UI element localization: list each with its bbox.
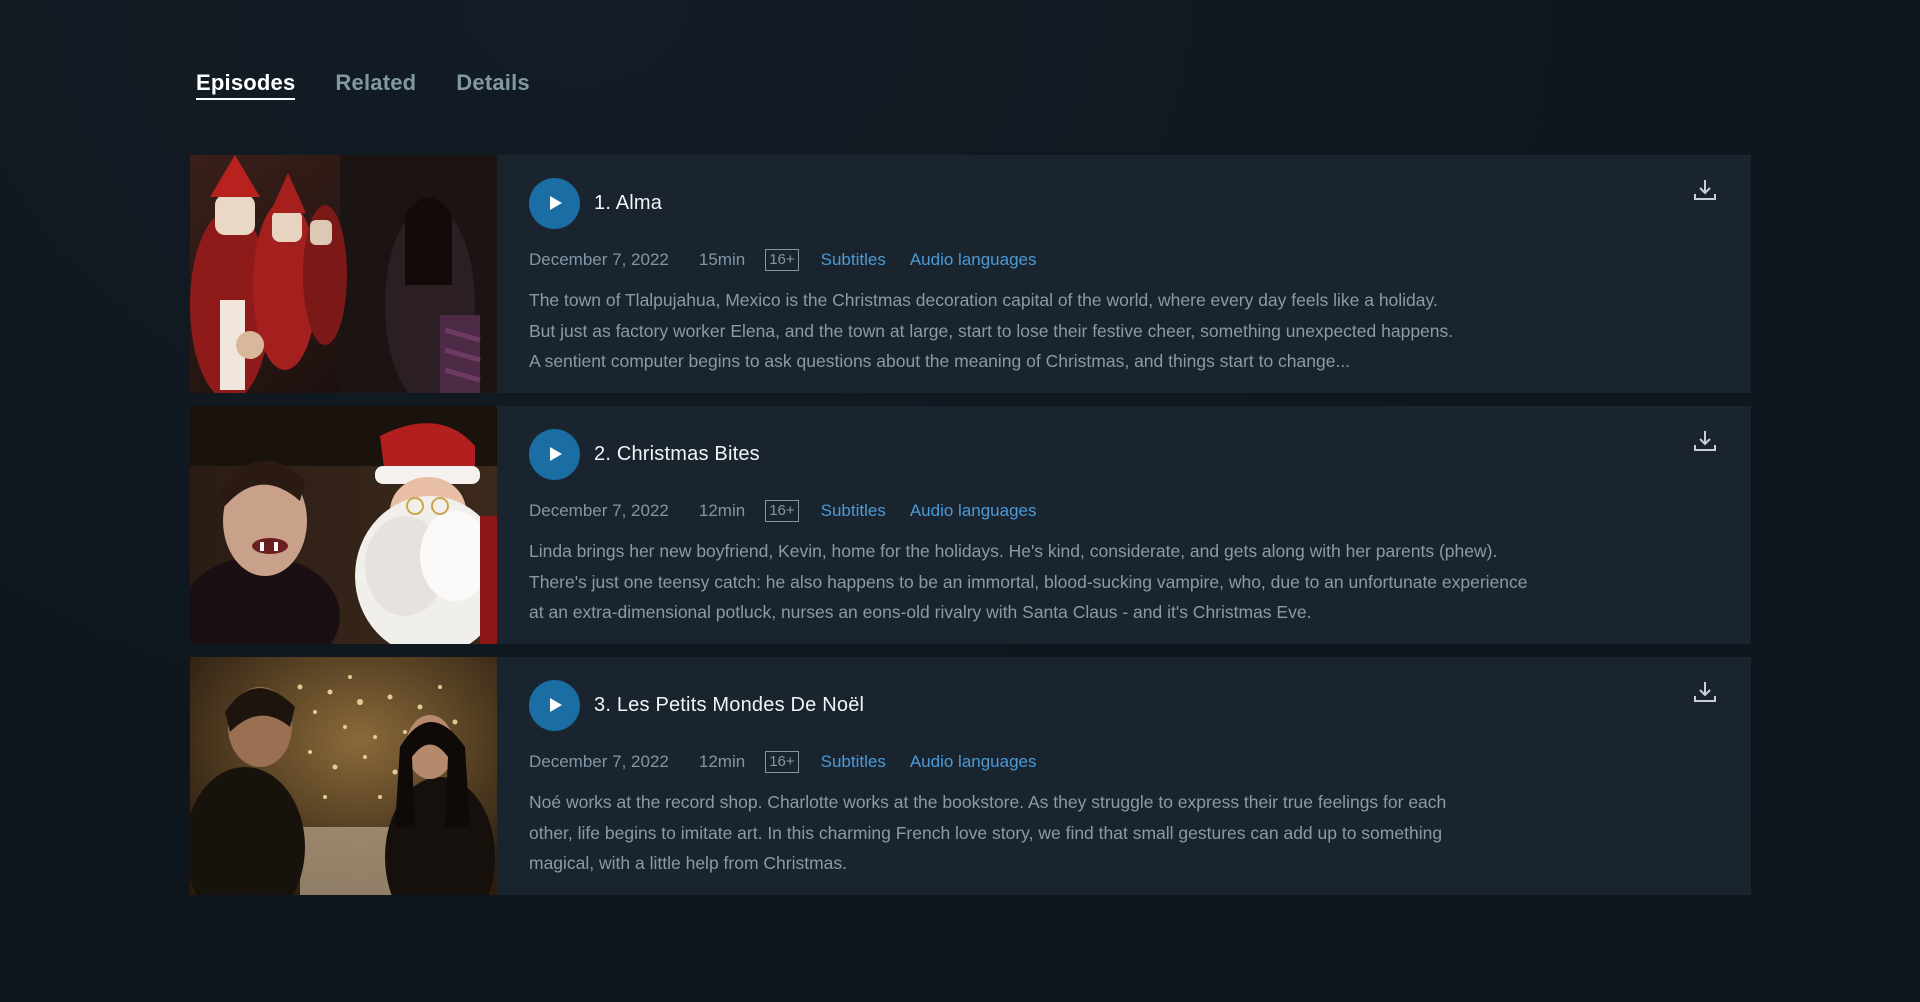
subtitles-link[interactable]: Subtitles — [821, 250, 886, 270]
episode-info: 3. Les Petits Mondes De Noël December 7,… — [497, 657, 1751, 895]
audio-languages-link[interactable]: Audio languages — [910, 752, 1037, 772]
episode-thumbnail[interactable] — [190, 657, 497, 895]
age-rating-badge: 16+ — [765, 751, 799, 773]
episode-row: 1. Alma December 7, 2022 15min 16+ Subti… — [190, 155, 1751, 393]
episode-info: 2. Christmas Bites December 7, 2022 12mi… — [497, 406, 1751, 644]
episode-thumbnail[interactable] — [190, 155, 497, 393]
episode-meta: December 7, 2022 12min 16+ Subtitles Aud… — [529, 751, 1751, 773]
subtitles-link[interactable]: Subtitles — [821, 752, 886, 772]
download-button[interactable] — [1692, 679, 1718, 705]
episode-description: The town of Tlalpujahua, Mexico is the C… — [529, 285, 1669, 377]
audio-languages-link[interactable]: Audio languages — [910, 250, 1037, 270]
episode-title[interactable]: 2. Christmas Bites — [594, 443, 760, 466]
age-rating-badge: 16+ — [765, 249, 799, 271]
episode-description: Linda brings her new boyfriend, Kevin, h… — [529, 536, 1669, 628]
download-icon — [1694, 180, 1716, 200]
episode-title[interactable]: 1. Alma — [594, 192, 662, 215]
episode-title-row: 2. Christmas Bites — [529, 428, 1751, 480]
subtitles-link[interactable]: Subtitles — [821, 501, 886, 521]
tab-related[interactable]: Related — [335, 70, 416, 100]
episode-row: 3. Les Petits Mondes De Noël December 7,… — [190, 657, 1751, 895]
episodes-page: Episodes Related Details 1. Alma Decembe… — [0, 0, 1920, 1002]
download-icon — [1694, 682, 1716, 702]
episode-date: December 7, 2022 — [529, 752, 669, 771]
tab-details[interactable]: Details — [456, 70, 530, 100]
episode-meta: December 7, 2022 15min 16+ Subtitles Aud… — [529, 249, 1751, 271]
episode-date: December 7, 2022 — [529, 501, 669, 520]
play-icon — [549, 698, 562, 712]
episode-row: 2. Christmas Bites December 7, 2022 12mi… — [190, 406, 1751, 644]
description-line: Noé works at the record shop. Charlotte … — [529, 792, 1447, 812]
audio-languages-link[interactable]: Audio languages — [910, 501, 1037, 521]
description-line: Linda brings her new boyfriend, Kevin, h… — [529, 541, 1498, 561]
description-line: The town of Tlalpujahua, Mexico is the C… — [529, 290, 1438, 310]
episode-title-row: 3. Les Petits Mondes De Noël — [529, 679, 1751, 731]
play-icon — [549, 447, 562, 461]
description-line: A sentient computer begins to ask questi… — [529, 351, 1351, 371]
play-button[interactable] — [529, 177, 580, 229]
age-rating-badge: 16+ — [765, 500, 799, 522]
episode-thumbnail[interactable] — [190, 406, 497, 644]
description-line: There's just one teensy catch: he also h… — [529, 571, 1528, 592]
description-line: magical, with a little help from Christm… — [529, 853, 848, 873]
play-button[interactable] — [529, 679, 580, 731]
download-button[interactable] — [1692, 177, 1718, 203]
episode-date: December 7, 2022 — [529, 250, 669, 269]
play-icon — [549, 196, 562, 210]
download-button[interactable] — [1692, 428, 1718, 454]
episode-description: Noé works at the record shop. Charlotte … — [529, 787, 1669, 879]
episode-duration: 15min — [698, 250, 746, 269]
episode-duration: 12min — [698, 501, 746, 520]
episode-duration: 12min — [698, 752, 746, 771]
play-button[interactable] — [529, 428, 580, 480]
description-line: other, life begins to imitate art. In th… — [529, 822, 1443, 843]
episode-title-row: 1. Alma — [529, 177, 1751, 229]
episode-title[interactable]: 3. Les Petits Mondes De Noël — [594, 694, 864, 717]
tab-episodes[interactable]: Episodes — [196, 70, 296, 100]
tab-bar: Episodes Related Details — [196, 70, 530, 100]
download-icon — [1694, 431, 1716, 451]
episode-list: 1. Alma December 7, 2022 15min 16+ Subti… — [190, 155, 1751, 895]
episode-info: 1. Alma December 7, 2022 15min 16+ Subti… — [497, 155, 1751, 393]
description-line: But just as factory worker Elena, and th… — [529, 320, 1454, 341]
description-line: at an extra-dimensional potluck, nurses … — [529, 602, 1312, 622]
episode-meta: December 7, 2022 12min 16+ Subtitles Aud… — [529, 500, 1751, 522]
